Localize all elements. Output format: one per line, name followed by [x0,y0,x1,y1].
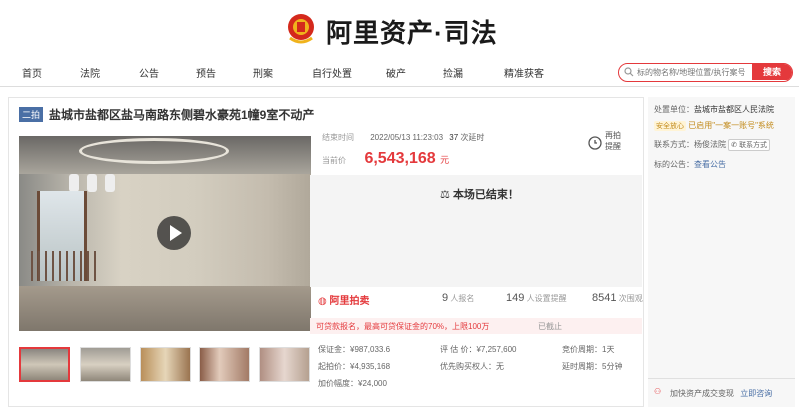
contact-button[interactable]: ✆ 联系方式 [728,139,771,151]
nav-home[interactable]: 首页 [22,65,42,80]
bid-increment: 加价幅度：¥24,000 [318,379,387,388]
site-header: 阿里资产·司法 [0,0,799,58]
photo-thumb[interactable] [80,347,131,382]
nav-self-disposal[interactable]: 自行处置 [312,65,352,80]
deposit: 保证金：¥987,033.6 [318,345,391,354]
court-sidebar: 处置单位：盐城市盐都区人民法院 安全放心 已启用"一案一账号"系统 联系方式：杨… [648,97,795,407]
phone-icon: ✆ [731,142,738,149]
platform-logo: ◍ 阿里拍卖 [318,296,370,307]
nav-bankruptcy[interactable]: 破产 [386,65,406,80]
view-notice-link[interactable]: 查看公告 [694,160,726,169]
court-name[interactable]: 盐城市盐都区人民法院 [694,105,774,114]
appraisal-price: 评 估 价：¥7,257,600 [440,345,517,354]
nav-bargain[interactable]: 捡漏 [443,65,463,80]
end-time-value: 2022/05/13 11:23:03 [370,133,444,142]
handshake-icon: ⚇ [654,387,662,396]
search-input[interactable] [637,65,757,79]
bid-period: 竞价周期：1天 [562,345,615,354]
ended-status: ⚖ 本场已结束！ [440,189,519,201]
search-icon [624,67,634,77]
priority-buyer: 优先购买权人：无 [440,362,504,371]
nav-customer[interactable]: 精准获客 [504,65,544,80]
court-row: 处置单位：盐城市盐都区人民法院 [654,105,774,114]
loan-notice[interactable]: 可贷款报名，最高可贷保证金的70%，上限100万 已截止 [310,318,642,334]
security-row: 安全放心 已启用"一案一账号"系统 [654,121,774,131]
stat-views: 8541 次围观 [592,292,643,304]
main-photo[interactable] [19,136,311,331]
search-button[interactable]: 搜索 [752,64,792,80]
loan-status: 已截止 [538,322,562,331]
gavel-icon: ⚖ [440,189,450,201]
stat-reminders: 149 人设置提醒 [506,292,567,304]
extension-period: 延时周期：5分钟 [562,362,623,371]
photo-thumb[interactable] [199,347,250,382]
current-price: 6,543,168 [364,150,436,167]
end-time-row: 结束时间 2022/05/13 11:23:03 37 次延时 [322,133,485,142]
round-badge: 二拍 [19,107,44,122]
starting-price: 起拍价：¥4,935,168 [318,362,391,371]
photo-thumb[interactable] [140,347,191,382]
price-row: 当前价 6,543,168 元 [322,150,450,167]
consult-link[interactable]: 立即咨询 [740,389,772,398]
extension-count: 37 [449,133,459,142]
photo-thumb[interactable] [259,347,310,382]
lot-title: 盐城市盐都区盐马南路东侧碧水豪苑1幢9室不动产 [49,108,315,122]
ali-auction-icon: ◍ [318,296,327,307]
nav-preview[interactable]: 预告 [196,65,216,80]
notice-row: 标的公告：查看公告 [654,160,726,169]
search-box: 搜索 [618,63,793,82]
contact-row: 联系方式：杨俊法院 ✆ 联系方式 [654,139,771,151]
alarm-clock-icon [588,136,602,150]
nav-criminal[interactable]: 刑案 [253,65,273,80]
court-emblem-icon [288,14,314,44]
photo-thumb[interactable] [19,347,70,382]
nav-notice[interactable]: 公告 [139,65,159,80]
nav-court[interactable]: 法院 [80,65,100,80]
auction-ended-box: ⚖ 本场已结束！ [310,175,642,287]
stats-bar: ◍ 阿里拍卖 9 人报名 149 人设置提醒 8541 次围观 [310,286,643,316]
safe-badge: 安全放心 [654,121,686,131]
play-icon[interactable] [157,216,191,250]
stat-signups: 9 人报名 [442,292,475,304]
brand-title: 阿里资产·司法 [326,18,498,48]
consult-bar: ⚇ 加快资产成交变现 立即咨询 [648,378,795,407]
